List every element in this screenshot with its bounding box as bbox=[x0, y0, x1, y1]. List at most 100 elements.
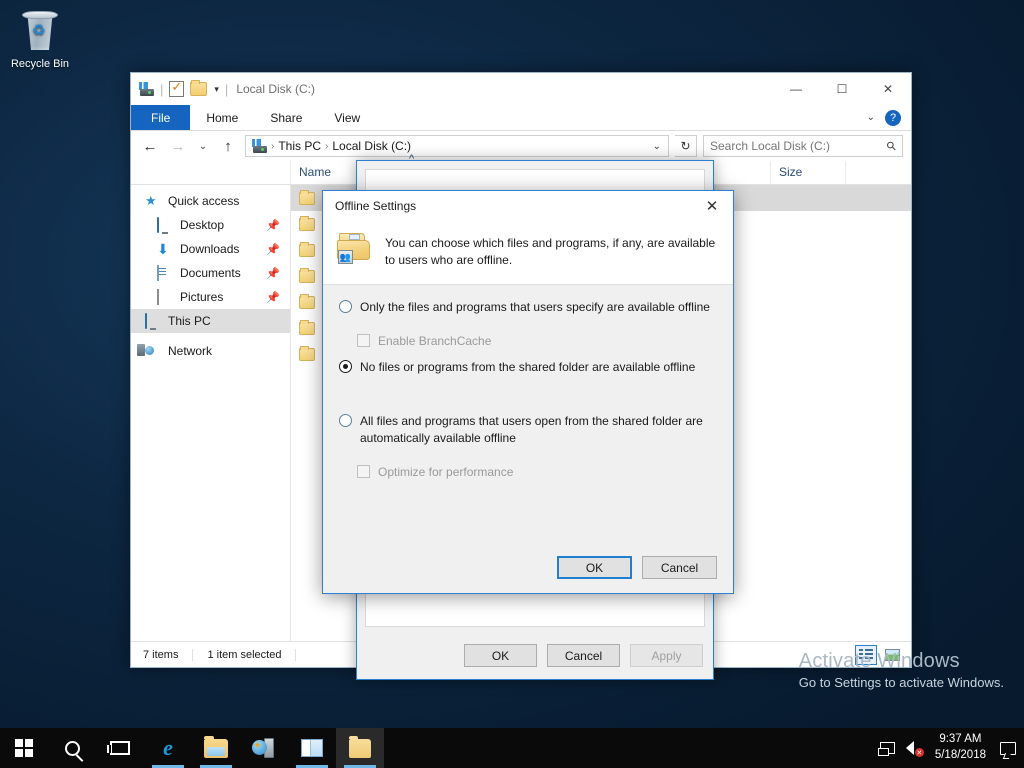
tab-view[interactable]: View bbox=[318, 105, 376, 130]
help-icon[interactable]: ? bbox=[885, 109, 901, 126]
cancel-button[interactable]: Cancel bbox=[642, 556, 717, 579]
watermark-title: Activate Windows bbox=[798, 650, 960, 672]
checkbox-icon bbox=[357, 465, 370, 479]
status-item-count: 7 items bbox=[143, 648, 194, 661]
qat-customize-caret[interactable]: ▾ bbox=[214, 84, 219, 95]
ok-button[interactable]: OK bbox=[557, 556, 632, 579]
title-bar[interactable]: | ▾ | Local Disk (C:) — ☐ ✕ bbox=[131, 73, 911, 105]
sidebar-item-quick-access[interactable]: ★ Quick access bbox=[131, 189, 290, 213]
sidebar-item-downloads[interactable]: ⬇ Downloads 📌 bbox=[131, 237, 290, 261]
action-center-icon bbox=[1000, 741, 1016, 755]
maximize-button[interactable]: ☐ bbox=[819, 73, 865, 105]
pin-icon[interactable]: 📌 bbox=[266, 219, 280, 232]
sidebar-item-desktop[interactable]: Desktop 📌 bbox=[131, 213, 290, 237]
desktop-icon-recycle-bin[interactable]: ♻ Recycle Bin bbox=[6, 8, 74, 70]
powerpoint-button[interactable] bbox=[288, 728, 336, 768]
recycle-bin-icon: ♻ bbox=[17, 8, 63, 54]
properties-dialog-buttons[interactable]: OK Cancel Apply bbox=[464, 644, 703, 667]
radio-icon[interactable] bbox=[339, 299, 352, 313]
tab-share[interactable]: Share bbox=[254, 105, 318, 130]
breadcrumb-item-this-pc[interactable]: This PC bbox=[278, 139, 321, 153]
address-bar-row[interactable]: ← → ⌄ ↑ › This PC › Local Disk (C:) ⌄ ↻ … bbox=[131, 131, 911, 161]
minimize-button[interactable]: — bbox=[773, 73, 819, 105]
desktop[interactable]: ♻ Recycle Bin | ▾ | Local Disk (C:) — ☐ … bbox=[0, 0, 1024, 768]
explorer-window-button[interactable] bbox=[336, 728, 384, 768]
window-controls[interactable]: — ☐ ✕ bbox=[773, 73, 911, 105]
close-button[interactable]: ✕ bbox=[865, 73, 911, 105]
radio-option-no-files[interactable]: No files or programs from the shared fol… bbox=[339, 359, 717, 376]
task-view-icon bbox=[107, 741, 130, 755]
network-icon[interactable] bbox=[875, 728, 901, 768]
refresh-button[interactable]: ↻ bbox=[675, 135, 697, 157]
dialog-title-bar[interactable]: Offline Settings ✕ bbox=[323, 191, 733, 221]
radio-option-all-files[interactable]: All files and programs that users open f… bbox=[339, 413, 717, 447]
radio-icon[interactable] bbox=[339, 414, 352, 428]
folder-icon bbox=[299, 319, 315, 335]
mute-badge: ✕ bbox=[914, 748, 924, 757]
ok-button[interactable]: OK bbox=[464, 644, 537, 667]
monitor-icon bbox=[145, 313, 161, 329]
dialog-options[interactable]: Only the files and programs that users s… bbox=[323, 284, 733, 556]
pin-icon[interactable]: 📌 bbox=[266, 243, 280, 256]
breadcrumb-separator-1: › bbox=[271, 140, 275, 152]
sidebar-item-network[interactable]: Network bbox=[131, 339, 290, 363]
taskbar[interactable]: e ✦ ✕ 9:37 AM 5/18/2018 bbox=[0, 728, 1024, 768]
this-pc-icon[interactable] bbox=[137, 81, 154, 97]
address-dropdown-caret[interactable]: ⌄ bbox=[653, 141, 664, 152]
back-button[interactable]: ← bbox=[139, 138, 161, 155]
close-icon[interactable]: ✕ bbox=[691, 191, 733, 221]
recent-locations-button[interactable]: ⌄ bbox=[195, 141, 211, 152]
volume-muted-icon[interactable]: ✕ bbox=[901, 728, 927, 768]
monitor-icon bbox=[157, 217, 173, 233]
search-button[interactable] bbox=[48, 728, 96, 768]
cancel-button[interactable]: Cancel bbox=[547, 644, 620, 667]
pin-icon[interactable]: 📌 bbox=[266, 291, 280, 304]
tab-file[interactable]: File bbox=[131, 105, 191, 130]
search-input[interactable]: Search Local Disk (C:) ⚲ bbox=[703, 135, 903, 157]
up-button[interactable]: ↑ bbox=[217, 138, 239, 155]
file-explorer-button[interactable] bbox=[192, 728, 240, 768]
tab-home[interactable]: Home bbox=[190, 105, 254, 130]
offline-settings-dialog[interactable]: Offline Settings ✕ 👥 You can choose whic… bbox=[322, 190, 734, 594]
quick-access-toolbar[interactable]: | ▾ | bbox=[137, 79, 228, 97]
ribbon-tab-bar[interactable]: File Home Share View ⌄ ? bbox=[131, 105, 911, 131]
radio-icon[interactable] bbox=[339, 359, 352, 373]
internet-explorer-button[interactable]: e bbox=[144, 728, 192, 768]
folder-icon bbox=[299, 267, 315, 283]
folder-icon bbox=[299, 241, 315, 257]
column-header-size[interactable]: Size bbox=[771, 161, 846, 184]
address-bar[interactable]: › This PC › Local Disk (C:) ⌄ bbox=[245, 135, 669, 157]
folder-icon bbox=[299, 293, 315, 309]
dialog-buttons[interactable]: OK Cancel bbox=[323, 556, 733, 593]
breadcrumb-root-icon[interactable] bbox=[250, 138, 267, 154]
checkbox-optimize-performance: Optimize for performance bbox=[339, 465, 717, 479]
windows-logo-icon bbox=[15, 739, 33, 757]
clock-time: 9:37 AM bbox=[939, 733, 982, 746]
radio-label: All files and programs that users open f… bbox=[360, 414, 703, 446]
forward-button[interactable]: → bbox=[167, 138, 189, 155]
sidebar-item-label: Network bbox=[168, 344, 213, 358]
chevron-down-icon[interactable]: ⌄ bbox=[867, 112, 875, 123]
sidebar-item-this-pc[interactable]: This PC bbox=[131, 309, 290, 333]
folder-icon bbox=[299, 215, 315, 231]
sidebar-item-pictures[interactable]: Pictures 📌 bbox=[131, 285, 290, 309]
radio-option-users-specify[interactable]: Only the files and programs that users s… bbox=[339, 299, 717, 316]
breadcrumb-item-local-disk[interactable]: Local Disk (C:) bbox=[332, 139, 411, 153]
system-tray[interactable]: ✕ 9:37 AM 5/18/2018 bbox=[875, 728, 1024, 768]
properties-icon[interactable] bbox=[169, 79, 185, 97]
start-button[interactable] bbox=[0, 728, 48, 768]
new-folder-icon[interactable] bbox=[190, 80, 208, 96]
search-icon[interactable]: ⚲ bbox=[884, 138, 900, 154]
clock[interactable]: 9:37 AM 5/18/2018 bbox=[927, 732, 994, 763]
action-center-button[interactable] bbox=[994, 728, 1022, 768]
sidebar-item-label: Documents bbox=[180, 266, 241, 280]
pin-icon[interactable]: 📌 bbox=[266, 267, 280, 280]
sidebar-item-documents[interactable]: Documents 📌 bbox=[131, 261, 290, 285]
powerpoint-icon bbox=[301, 739, 323, 757]
task-view-button[interactable] bbox=[96, 728, 144, 768]
ribbon-right-controls[interactable]: ⌄ ? bbox=[867, 105, 911, 130]
navigation-pane[interactable]: ★ Quick access Desktop 📌 ⬇ Downloads 📌 D… bbox=[131, 185, 291, 641]
documents-icon bbox=[157, 265, 173, 281]
status-selection: 1 item selected bbox=[207, 648, 297, 661]
server-manager-button[interactable]: ✦ bbox=[240, 728, 288, 768]
